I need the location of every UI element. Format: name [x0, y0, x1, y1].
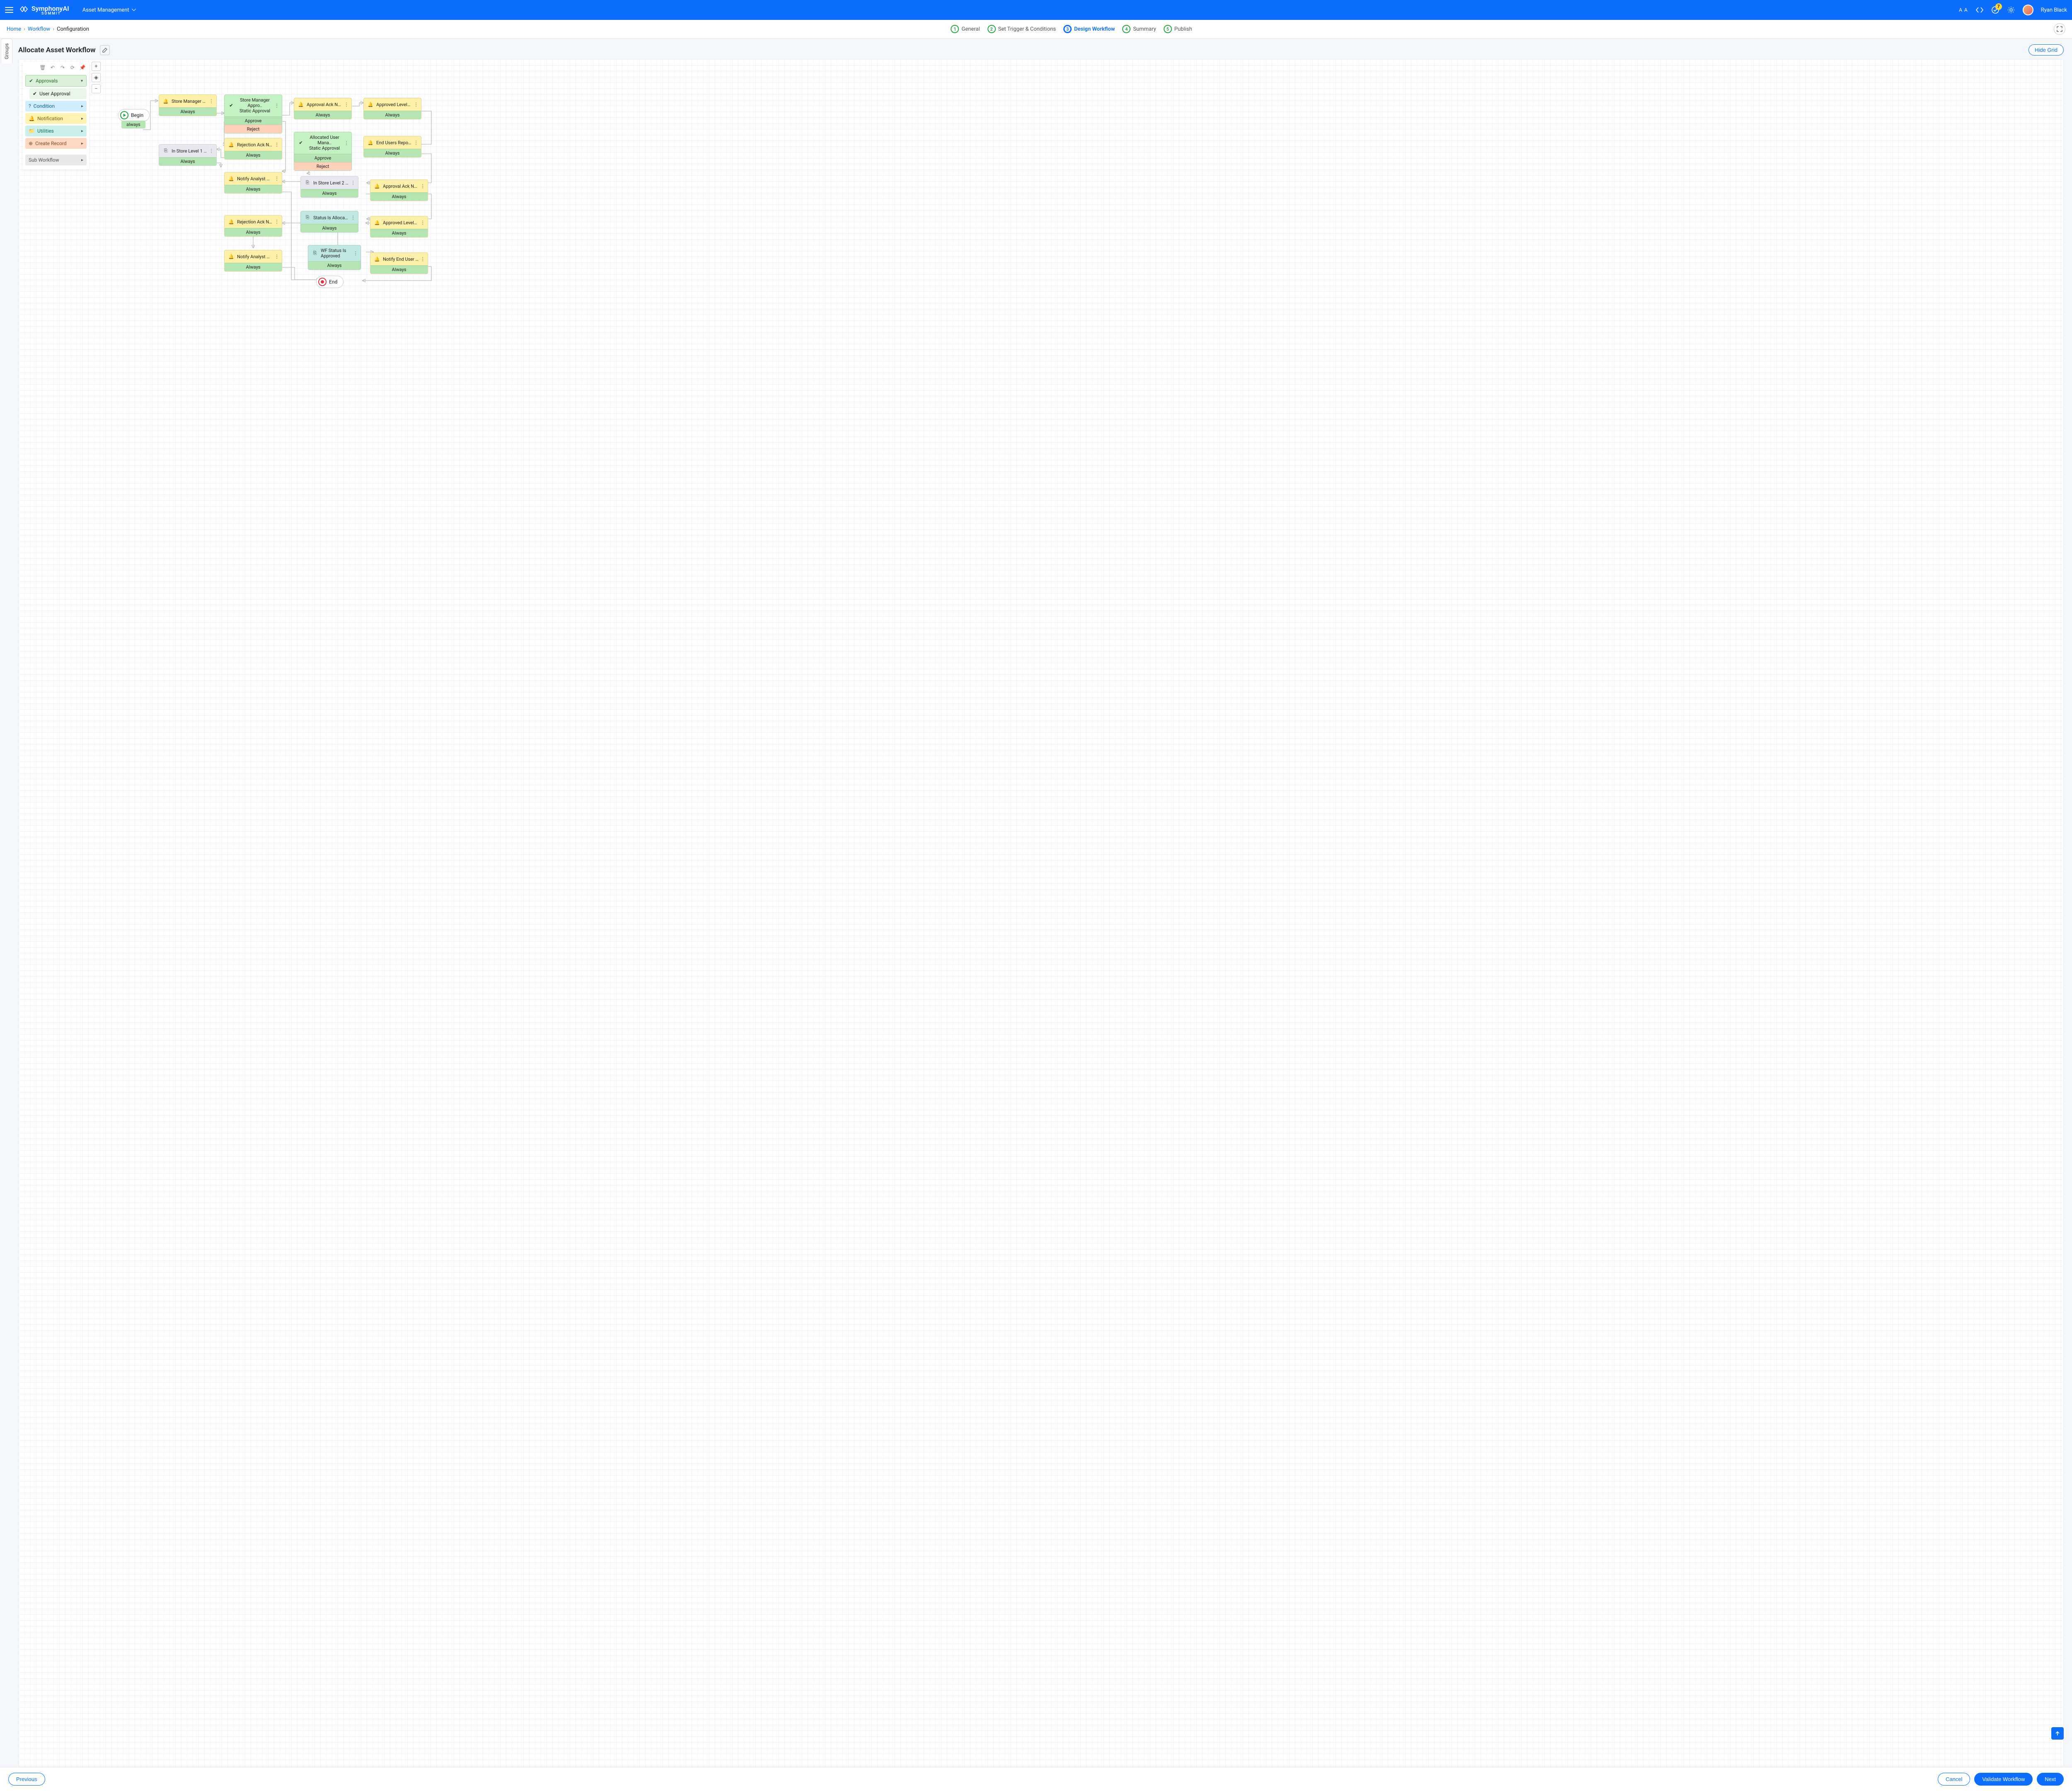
node-approval-ack2[interactable]: 🔔Approval Ack Notificat..⋮ Always — [370, 179, 428, 201]
node-begin[interactable]: Begin — [118, 109, 150, 121]
node-begin-always[interactable]: always — [121, 121, 145, 128]
palette-utilities[interactable]: 📁 Utilities ▸ — [25, 126, 87, 136]
code-icon[interactable] — [1975, 6, 1984, 14]
check-circle-icon: ✔ — [227, 103, 235, 108]
hide-grid-button[interactable]: Hide Grid — [2028, 44, 2064, 56]
check-circle-icon: ✔ — [29, 78, 33, 84]
logo-icon — [20, 5, 29, 15]
scroll-top-button[interactable] — [2051, 1727, 2064, 1740]
node-approved-l2[interactable]: 🔔Approved Level2 Noti..⋮ Always — [370, 216, 428, 238]
font-size-toggle[interactable]: A A — [1959, 6, 1968, 14]
breadcrumb-workflow[interactable]: Workflow — [28, 26, 50, 32]
workspace: Allocate Asset Workflow Hide Grid — [12, 39, 2072, 1767]
palette-refresh-icon[interactable]: ⟳ — [69, 64, 76, 71]
node-store-mgr-approval[interactable]: ✔Store Manager Appro..Static Approval⋮ A… — [224, 95, 282, 133]
user-avatar[interactable] — [2023, 5, 2033, 15]
bell-icon: 🔔 — [29, 116, 35, 121]
palette-notification[interactable]: 🔔 Notification ▸ — [25, 113, 87, 124]
brand-name: SymphonyAI — [31, 5, 69, 12]
chevron-right-icon: ▸ — [81, 158, 83, 162]
previous-button[interactable]: Previous — [8, 1773, 45, 1786]
question-icon: ? — [29, 103, 31, 109]
node-notify-analyst-rej[interactable]: 🔔Notify Analyst On Rej..⋮ Always — [224, 172, 282, 194]
node-status-allocated[interactable]: ⎘Status Is Allocated⋮ Always — [300, 211, 358, 233]
palette-redo-icon[interactable]: ↷ — [59, 64, 66, 71]
chevron-right-icon: ▸ — [81, 116, 83, 121]
node-allocated-user-approval[interactable]: ✔Allocated User Mana..Static Approval⋮ A… — [294, 132, 352, 171]
chevron-right-icon: ▸ — [81, 141, 83, 146]
plus-circle-icon: ⊕ — [29, 141, 33, 146]
node-menu-icon[interactable]: ⋮ — [274, 103, 279, 109]
groups-panel-tab[interactable]: Groups — [1, 39, 12, 63]
chevron-down-icon: ▾ — [81, 79, 83, 83]
palette-user-approval[interactable]: ✔ User Approval — [29, 88, 87, 99]
palette-sub-workflow[interactable]: Sub Workflow ▸ — [25, 155, 87, 165]
folder-icon: 📁 — [29, 128, 35, 134]
zoom-add-button[interactable]: + — [92, 62, 101, 71]
main-area: Groups Allocate Asset Workflow Hide Grid — [0, 39, 2072, 1767]
module-selector[interactable]: Asset Management — [82, 7, 136, 13]
fullscreen-button[interactable] — [2054, 23, 2065, 35]
zoom-locate-button[interactable]: ◈ — [92, 73, 101, 82]
node-approved-l1[interactable]: 🔔Approved Level1 Noti..⋮ Always — [363, 98, 421, 119]
brand-logo[interactable]: SymphonyAI SUMMIT — [20, 5, 69, 16]
palette-pin-icon[interactable]: 📌 — [79, 64, 86, 71]
connectors-layer — [19, 59, 2063, 1767]
breadcrumb-current: Configuration — [57, 26, 89, 32]
node-store-mgr-notify[interactable]: 🔔Store Manager Appro..⋮ Always — [159, 95, 217, 116]
node-wf-status-approved[interactable]: ⎘WF Status Is Approved⋮ Always — [308, 245, 361, 270]
cancel-button[interactable]: Cancel — [1938, 1773, 1970, 1786]
palette-undo-icon[interactable]: ↶ — [49, 64, 56, 71]
bell-icon: 🔔 — [162, 99, 170, 104]
node-in-store-l1[interactable]: ⎘In Store Level 1 Rej..⋮ Always — [159, 144, 217, 166]
breadcrumb-home[interactable]: Home — [7, 26, 21, 32]
node-approval-ack[interactable]: 🔔Approval Ack Notificat..⋮ Always — [294, 98, 352, 119]
record-icon: ⎘ — [162, 148, 170, 154]
zoom-minus-button[interactable]: − — [92, 84, 101, 93]
palette-create-record[interactable]: ⊕ Create Record ▸ — [25, 138, 87, 149]
chevron-right-icon: ▸ — [81, 104, 83, 109]
canvas[interactable]: 🗑 ↶ ↷ ⟳ 📌 ✔ Approvals ▾ ✔ User Approval — [18, 59, 2064, 1767]
step-general[interactable]: 1General — [951, 25, 980, 33]
menu-toggle[interactable] — [5, 7, 13, 13]
node-end-users-reporting[interactable]: 🔔End Users Reporting ..⋮ Always — [363, 136, 421, 158]
step-publish[interactable]: 5Publish — [1164, 25, 1192, 33]
module-label: Asset Management — [82, 7, 129, 13]
settings-icon[interactable] — [2007, 6, 2015, 14]
validate-button[interactable]: Validate Workflow — [1974, 1773, 2033, 1786]
stop-icon — [318, 278, 327, 286]
notification-badge: 7 — [1995, 3, 2002, 10]
check-circle-icon: ✔ — [33, 91, 37, 97]
breadcrumb: Home › Workflow › Configuration — [7, 26, 89, 32]
node-rejection-ack[interactable]: 🔔Rejection Ack Notifica..⋮ Always — [224, 138, 282, 160]
chevron-right-icon: ▸ — [81, 129, 83, 133]
step-summary[interactable]: 4Summary — [1122, 25, 1156, 33]
chevron-down-icon — [132, 9, 136, 11]
app-header: SymphonyAI SUMMIT Asset Management A A 7… — [0, 0, 2072, 20]
node-in-store-l2[interactable]: ⎘In Store Level 2 Reje..⋮ Always — [300, 176, 358, 198]
user-name[interactable]: Ryan Black — [2041, 7, 2067, 13]
node-notify-end-user[interactable]: 🔔Notify End User Succ..⋮ Always — [370, 252, 428, 274]
step-trigger[interactable]: 2Set Trigger & Conditions — [988, 25, 1056, 33]
utility-icon: ⎘ — [303, 215, 312, 221]
palette-approvals[interactable]: ✔ Approvals ▾ — [25, 75, 87, 87]
node-rejection-ack2[interactable]: 🔔Rejection Ack Notifica..⋮ Always — [224, 215, 282, 237]
canvas-controls: + ◈ − — [92, 62, 101, 93]
node-menu-icon[interactable]: ⋮ — [209, 98, 214, 104]
approvals-icon[interactable]: 7 — [1991, 6, 1999, 14]
footer-bar: Previous Cancel Validate Workflow Next — [0, 1767, 2072, 1791]
step-design[interactable]: 3Design Workflow — [1063, 25, 1115, 33]
breadcrumb-bar: Home › Workflow › Configuration 1General… — [0, 20, 2072, 39]
next-button[interactable]: Next — [2037, 1773, 2064, 1786]
workflow-title: Allocate Asset Workflow — [18, 46, 96, 54]
play-icon — [120, 111, 128, 119]
palette-delete-icon[interactable]: 🗑 — [39, 64, 46, 71]
wizard-steps: 1General 2Set Trigger & Conditions 3Desi… — [951, 25, 1192, 33]
node-end[interactable]: End — [316, 276, 344, 288]
palette-panel: 🗑 ↶ ↷ ⟳ 📌 ✔ Approvals ▾ ✔ User Approval — [23, 62, 89, 170]
edit-title-button[interactable] — [100, 45, 110, 55]
node-notify-analyst-rej2[interactable]: 🔔Notify Analyst On Rej..⋮ Always — [224, 250, 282, 271]
palette-condition[interactable]: ? Condition ▸ — [25, 101, 87, 111]
